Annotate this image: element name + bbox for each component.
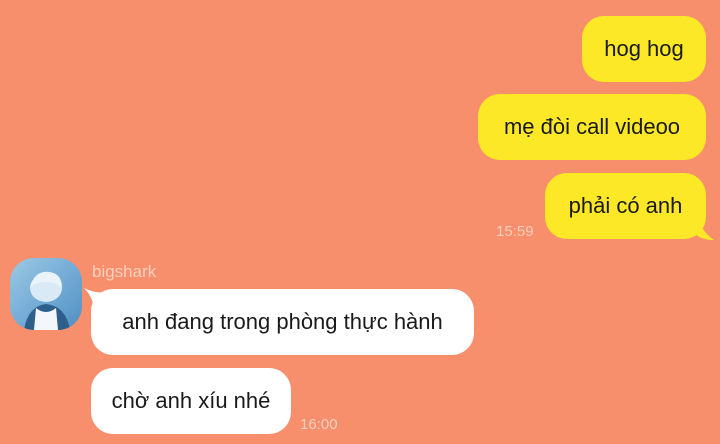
outgoing-message[interactable]: phải có anh: [545, 173, 706, 239]
sender-avatar[interactable]: [10, 258, 82, 330]
message-text: mẹ đòi call videoo: [503, 114, 681, 139]
incoming-message[interactable]: chờ anh xíu nhé: [91, 368, 291, 434]
outgoing-message[interactable]: mẹ đòi call videoo: [478, 94, 706, 160]
message-text: anh đang trong phòng thực hành: [122, 309, 443, 334]
message-timestamp: 15:59: [496, 223, 534, 240]
message-timestamp: 16:00: [300, 416, 338, 433]
incoming-message[interactable]: anh đang trong phòng thực hành: [91, 289, 474, 355]
message-text: chờ anh xíu nhé: [111, 388, 271, 413]
sender-name: bigshark: [92, 262, 157, 281]
bubble-tail-icon: [692, 218, 714, 240]
avatar-photo-icon: [10, 258, 82, 330]
message-text: phải có anh: [568, 193, 683, 218]
message-text: hog hog: [604, 36, 684, 61]
outgoing-message[interactable]: hog hog: [582, 16, 706, 82]
